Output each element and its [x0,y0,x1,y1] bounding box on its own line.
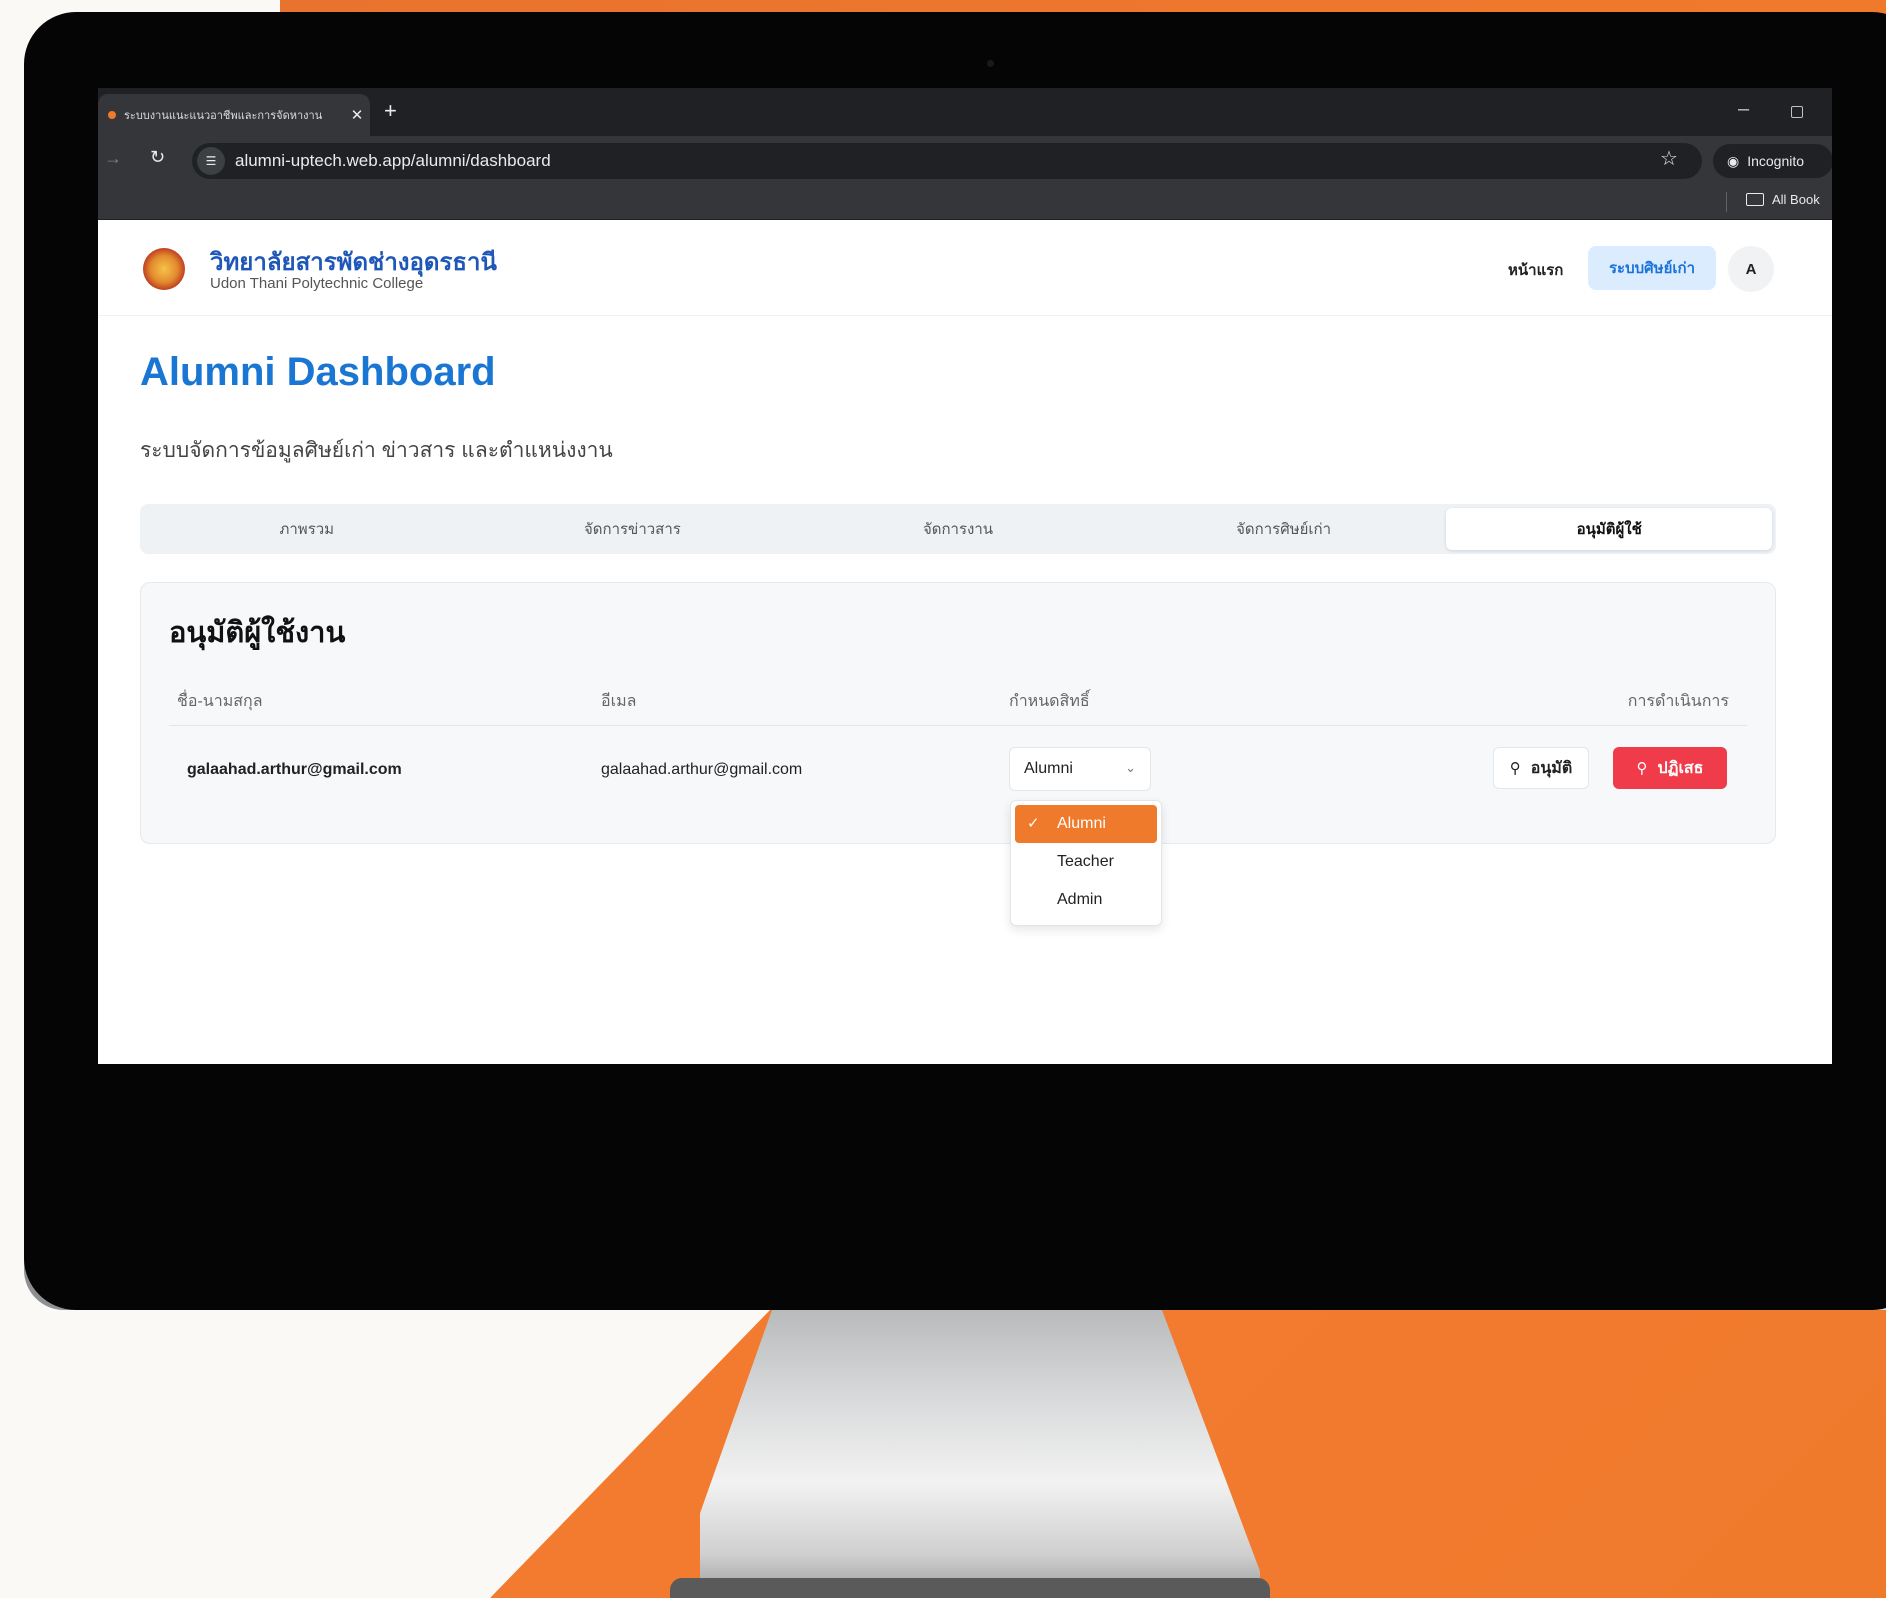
column-header-actions: การดำเนินการ [1627,693,1729,710]
tab-manage-jobs[interactable]: จัดการงาน [795,508,1121,550]
tab-approve-users[interactable]: อนุมัติผู้ใช้ [1446,508,1772,550]
page-title: Alumni Dashboard [140,350,496,394]
user-avatar[interactable]: A [1728,246,1774,292]
column-header-email: อีเมล [601,693,637,710]
all-bookmarks-button[interactable]: All Book [1746,192,1820,207]
close-tab-icon[interactable]: ✕ [344,106,370,124]
column-header-name: ชื่อ-นามสกุล [177,693,263,710]
camera-dot [987,60,994,67]
check-icon: ✓ [1027,815,1040,832]
tab-manage-news[interactable]: จัดการข่าวสาร [470,508,796,550]
browser-tab[interactable]: ระบบงานแนะแนวอาชีพและการจัดหางาน ✕ [98,94,370,136]
all-bookmarks-label: All Book [1772,192,1820,207]
incognito-button[interactable]: ◉ Incognito [1713,144,1832,178]
bookmark-star-icon[interactable]: ☆ [1660,146,1678,171]
reject-label: ปฏิเสธ [1657,759,1704,777]
new-tab-button[interactable]: + [384,98,397,124]
nav-home-link[interactable]: หน้าแรก [1508,258,1563,282]
chevron-down-icon: ⌄ [1125,760,1136,775]
college-logo[interactable] [143,248,185,290]
address-bar[interactable]: ☰ alumni-uptech.web.app/alumni/dashboard [192,143,1702,179]
browser-tab-strip: ระบบงานแนะแนวอาชีพและการจัดหางาน ✕ + – [98,88,1832,136]
restore-window-icon[interactable] [1791,106,1803,118]
role-select[interactable]: Alumni ⌄ [1009,747,1151,791]
tab-overview[interactable]: ภาพรวม [144,508,470,550]
screen: ระบบงานแนะแนวอาชีพและการจัดหางาน ✕ + – →… [98,88,1832,1064]
tab-manage-alumni[interactable]: จัดการศิษย์เก่า [1121,508,1447,550]
role-dropdown-menu: ✓ Alumni Teacher Admin [1010,800,1162,926]
approval-card-title: อนุมัติผู้ใช้งาน [169,617,346,649]
url-text: alumni-uptech.web.app/alumni/dashboard [235,151,551,170]
role-option-label: Teacher [1057,853,1114,870]
nav-alumni-button[interactable]: ระบบศิษย์เก่า [1588,246,1716,290]
minimize-icon[interactable]: – [1738,98,1749,121]
role-option-alumni[interactable]: ✓ Alumni [1015,805,1157,843]
reject-button[interactable]: ⚲ ปฏิเสธ [1613,747,1727,789]
table-header-divider [169,725,1747,726]
row-name: galaahad.arthur@gmail.com [187,761,402,778]
favicon-icon [108,111,116,119]
reload-icon[interactable]: ↻ [150,147,165,168]
user-x-icon: ⚲ [1636,760,1648,777]
column-header-role: กำหนดสิทธิ์ [1009,693,1090,710]
bookmarks-divider [1726,192,1727,212]
browser-toolbar: → ↻ ☰ alumni-uptech.web.app/alumni/dashb… [98,136,1832,184]
role-select-value: Alumni [1024,760,1073,777]
web-page: วิทยาลัยสารพัดช่างอุดรธานี Udon Thani Po… [98,220,1832,1064]
tab-title: ระบบงานแนะแนวอาชีพและการจัดหางาน [124,110,323,122]
site-header: วิทยาลัยสารพัดช่างอุดรธานี Udon Thani Po… [98,220,1832,316]
incognito-label: Incognito [1747,153,1805,169]
monitor-stand [700,1310,1260,1598]
approve-label: อนุมัติ [1530,759,1573,777]
row-email: galaahad.arthur@gmail.com [601,761,803,778]
role-option-admin[interactable]: Admin [1015,881,1157,919]
role-option-teacher[interactable]: Teacher [1015,843,1157,881]
page-subtitle: ระบบจัดการข้อมูลศิษย์เก่า ข่าวสาร และตำแ… [140,439,613,462]
role-option-label: Alumni [1057,815,1106,832]
monitor-stand-foot [670,1578,1270,1598]
approval-card: อนุมัติผู้ใช้งาน ชื่อ-นามสกุล อีเมล กำหน… [140,582,1776,844]
site-settings-icon[interactable]: ☰ [197,147,225,175]
folder-icon [1746,193,1764,206]
bookmarks-bar: All Book [98,184,1832,220]
user-check-icon: ⚲ [1509,760,1521,777]
brand-name-english: Udon Thani Polytechnic College [210,275,424,292]
dashboard-tabs: ภาพรวม จัดการข่าวสาร จัดการงาน จัดการศิษ… [140,504,1776,554]
forward-icon[interactable]: → [104,148,122,169]
role-option-label: Admin [1057,891,1103,908]
incognito-icon: ◉ [1727,152,1740,169]
approve-button[interactable]: ⚲ อนุมัติ [1493,747,1589,789]
